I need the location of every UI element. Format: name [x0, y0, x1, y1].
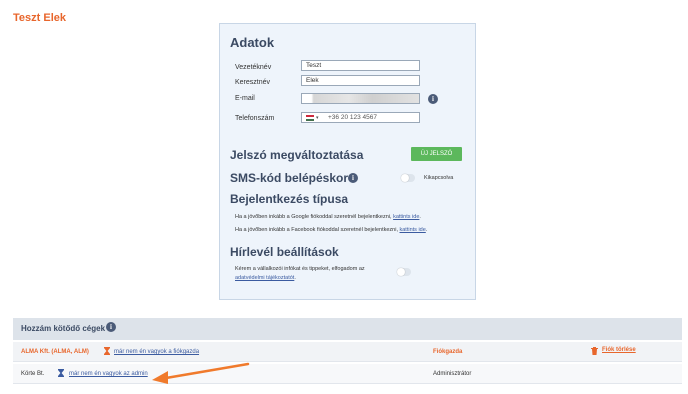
annotation-arrow: [152, 362, 250, 384]
